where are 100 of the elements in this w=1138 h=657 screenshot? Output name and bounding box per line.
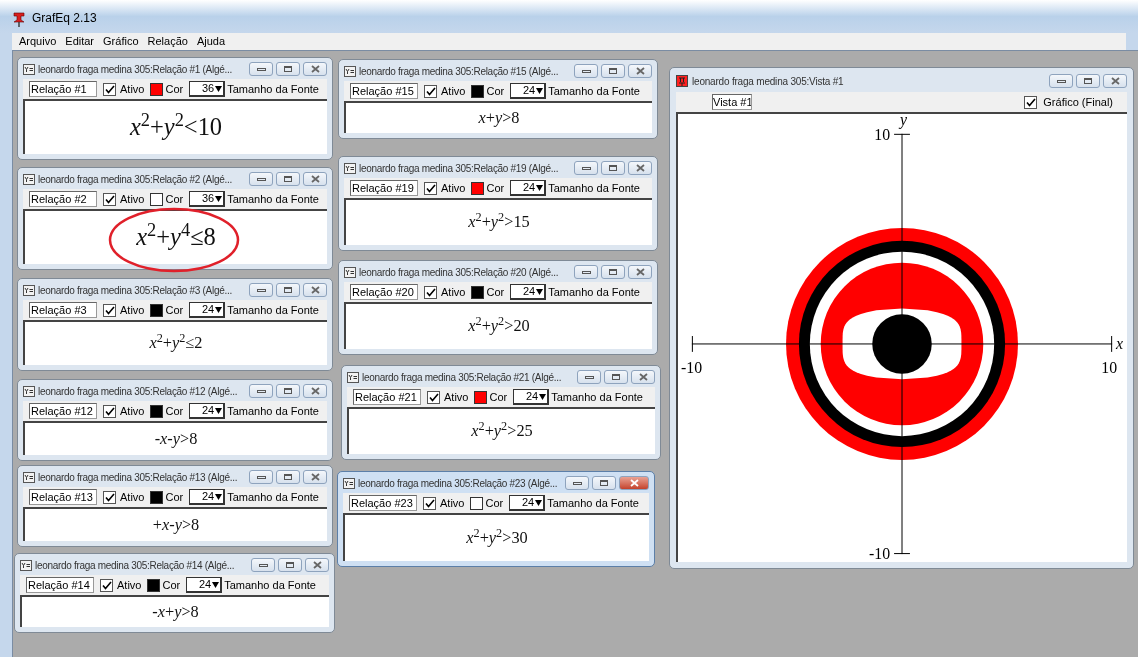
menu-item[interactable]: Gráfico [103,33,139,50]
relation-name-field[interactable]: Relação #12 [29,403,97,419]
maximize-icon [612,374,620,380]
minimize-button[interactable] [574,64,598,78]
color-swatch[interactable] [150,303,164,317]
checkbox[interactable] [424,84,437,98]
color-swatch[interactable] [471,285,485,299]
menu-item[interactable]: Arquivo [19,33,57,50]
minimize-button[interactable] [565,476,589,490]
maximize-button[interactable] [601,161,625,175]
font-size-dropdown[interactable]: 36 [189,81,226,97]
close-button[interactable] [619,476,649,490]
font-size-dropdown[interactable]: 24 [189,403,226,419]
equation-area[interactable]: x+y>8 [344,101,652,133]
font-size-dropdown[interactable]: 24 [509,495,546,511]
color-swatch[interactable] [470,496,484,510]
minimize-button[interactable] [249,62,273,76]
menu-item[interactable]: Editar [65,33,95,50]
maximize-button[interactable] [601,64,625,78]
equation-area[interactable]: x$^{2}$+y$^{4}$≤8 [23,209,327,264]
relation-name-field[interactable]: Relação #21 [353,389,421,405]
font-size-dropdown[interactable]: 24 [510,180,547,196]
font-size-dropdown[interactable]: 24 [189,302,226,318]
relation-name-field[interactable]: Relação #14 [26,577,94,593]
relation-name-field[interactable]: Relação #1 [29,81,97,97]
graph-area[interactable]: y x 10 -10 -10 10 [676,112,1127,562]
equation-area[interactable]: x$^{2}$+y$^{2}$<10 [23,99,327,154]
equation-area[interactable]: x$^{2}$+y$^{2}$>15 [344,198,652,245]
relation-name-field[interactable]: Relação #15 [350,83,418,99]
relation-name-field[interactable]: Relação #13 [29,489,97,505]
font-size-dropdown[interactable]: 36 [189,191,226,207]
color-swatch[interactable] [150,82,164,96]
equation-area[interactable]: x$^{2}$+y$^{2}$≤2 [23,320,327,365]
maximize-button[interactable] [276,384,300,398]
font-size-dropdown[interactable]: 24 [189,489,226,505]
close-button[interactable] [303,470,327,484]
checkbox[interactable] [103,404,116,418]
checkbox[interactable] [424,285,437,299]
font-size-dropdown[interactable]: 24 [510,284,547,300]
close-button[interactable] [305,558,329,572]
color-swatch[interactable] [150,192,164,206]
font-size-dropdown[interactable]: 24 [186,577,223,593]
relation-name-field[interactable]: Relação #23 [349,495,417,511]
maximize-button[interactable] [276,283,300,297]
equation-area[interactable]: x$^{2}$+y$^{2}$>30 [343,513,649,561]
menu-item[interactable]: Relação [147,33,188,50]
minimize-button[interactable] [251,558,275,572]
minimize-button[interactable] [1049,74,1073,88]
color-swatch[interactable] [471,84,485,98]
color-swatch[interactable] [150,490,164,504]
close-button[interactable] [1103,74,1127,88]
relation-name-field[interactable]: Relação #2 [29,191,97,207]
color-swatch[interactable] [150,404,164,418]
maximize-button[interactable] [278,558,302,572]
maximize-button[interactable] [276,172,300,186]
close-button[interactable] [303,283,327,297]
minimize-button[interactable] [249,384,273,398]
font-size-dropdown[interactable]: 24 [510,83,547,99]
relation-name-field[interactable]: Relação #3 [29,302,97,318]
maximize-button[interactable] [276,62,300,76]
equation-area[interactable]: x$^{2}$+y$^{2}$>20 [344,302,652,349]
minimize-button[interactable] [249,283,273,297]
equation-area[interactable]: +x-y>8 [23,507,327,541]
color-swatch[interactable] [147,578,161,592]
color-label: Cor [165,302,184,318]
equation-area[interactable]: -x+y>8 [20,595,329,627]
color-swatch[interactable] [471,181,485,195]
checkbox[interactable] [423,496,436,510]
equation-area[interactable]: x$^{2}$+y$^{2}$>25 [347,407,655,454]
minimize-button[interactable] [574,161,598,175]
color-swatch[interactable] [474,390,488,404]
checkbox[interactable] [103,192,116,206]
close-button[interactable] [628,265,652,279]
equation-area[interactable]: -x-y>8 [23,421,327,455]
close-button[interactable] [628,64,652,78]
relation-name-field[interactable]: Relação #19 [350,180,418,196]
menu-item[interactable]: Ajuda [196,33,225,50]
maximize-button[interactable] [592,476,616,490]
maximize-button[interactable] [604,370,628,384]
maximize-button[interactable] [276,470,300,484]
maximize-button[interactable] [601,265,625,279]
close-button[interactable] [303,172,327,186]
close-button[interactable] [303,384,327,398]
font-size-dropdown[interactable]: 24 [513,389,550,405]
close-button[interactable] [631,370,655,384]
checkbox[interactable] [103,82,116,96]
close-button[interactable] [628,161,652,175]
relation-name-field[interactable]: Relação #20 [350,284,418,300]
close-button[interactable] [303,62,327,76]
checkbox[interactable] [424,181,437,195]
checkbox[interactable] [103,303,116,317]
maximize-button[interactable] [1076,74,1100,88]
checkbox[interactable] [1024,95,1038,109]
checkbox[interactable] [103,490,116,504]
minimize-button[interactable] [249,172,273,186]
minimize-button[interactable] [249,470,273,484]
minimize-button[interactable] [577,370,601,384]
checkbox[interactable] [100,578,113,592]
checkbox[interactable] [427,390,440,404]
minimize-button[interactable] [574,265,598,279]
